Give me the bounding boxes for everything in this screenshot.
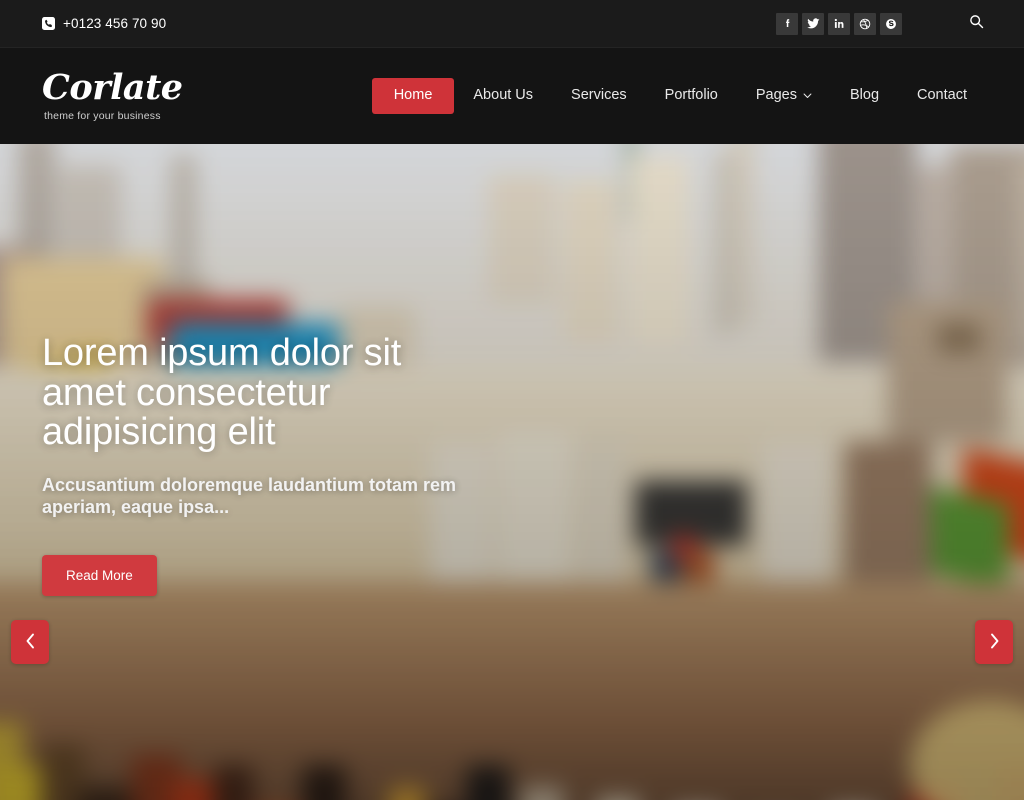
linkedin-icon xyxy=(834,18,845,29)
chevron-down-icon xyxy=(803,87,812,104)
nav-item-portfolio[interactable]: Portfolio xyxy=(646,78,737,113)
logo-tagline: theme for your business xyxy=(44,110,161,123)
phone-link[interactable]: +0123 456 70 90 xyxy=(42,16,166,31)
skype-icon xyxy=(885,18,897,30)
hero-title: Lorem ipsum dolor sit amet consectetur a… xyxy=(42,332,402,454)
social-links xyxy=(776,12,902,35)
search-icon xyxy=(969,14,984,34)
facebook-icon xyxy=(782,18,793,29)
nav-item-services[interactable]: Services xyxy=(552,78,646,113)
slider-prev-button[interactable] xyxy=(11,620,49,664)
nav-label: Services xyxy=(571,87,627,104)
twitter-icon xyxy=(806,18,820,29)
main-navigation: Home About Us Services Portfolio Pages B… xyxy=(371,78,986,114)
main-header: Corlate theme for your business Home Abo… xyxy=(0,48,1024,144)
nav-label: Blog xyxy=(849,87,880,104)
logo-text: Corlate xyxy=(42,67,183,109)
skype-link[interactable] xyxy=(880,12,902,35)
nav-item-about-us[interactable]: About Us xyxy=(454,78,552,113)
hero-subtitle: Accusantium doloremque laudantium totam … xyxy=(42,474,457,517)
nav-item-home[interactable]: Home xyxy=(371,78,455,114)
nav-label: Contact xyxy=(917,87,967,104)
chevron-left-icon xyxy=(25,633,36,652)
nav-item-blog[interactable]: Blog xyxy=(831,78,898,113)
top-bar: +0123 456 70 90 xyxy=(0,0,1024,48)
chevron-right-icon xyxy=(989,633,1000,652)
slider-next-button[interactable] xyxy=(975,620,1013,664)
dribbble-icon xyxy=(859,18,871,30)
site-logo[interactable]: Corlate theme for your business xyxy=(42,67,183,123)
read-more-button[interactable]: Read More xyxy=(42,554,157,596)
top-bar-right xyxy=(776,12,986,35)
phone-icon xyxy=(42,17,55,30)
hero-slider: Lorem ipsum dolor sit amet consectetur a… xyxy=(0,144,1024,800)
linkedin-link[interactable] xyxy=(828,12,850,35)
twitter-link[interactable] xyxy=(802,12,824,35)
phone-number: +0123 456 70 90 xyxy=(63,16,167,31)
facebook-link[interactable] xyxy=(776,12,798,35)
search-toggle-button[interactable] xyxy=(966,14,986,34)
dribbble-link[interactable] xyxy=(854,12,876,35)
nav-label: Pages xyxy=(755,87,797,104)
nav-label: Portfolio xyxy=(664,87,718,104)
nav-item-pages[interactable]: Pages xyxy=(737,78,831,113)
nav-label: Home xyxy=(393,87,433,104)
hero-content: Lorem ipsum dolor sit amet consectetur a… xyxy=(42,144,562,800)
nav-item-contact[interactable]: Contact xyxy=(898,78,986,113)
nav-label: About Us xyxy=(473,87,534,104)
